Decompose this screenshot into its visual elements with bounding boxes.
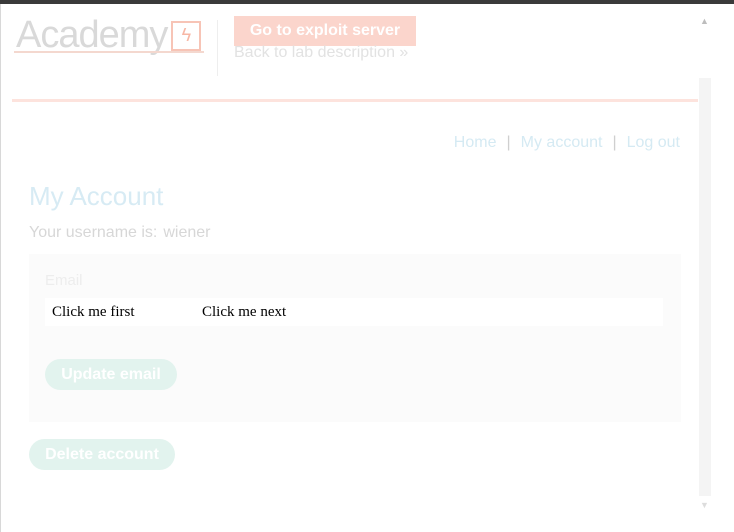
lightning-icon: ϟ [171, 20, 202, 51]
iframe-scrollbar[interactable]: ▲ ▼ [698, 14, 712, 510]
nav-log-out-link[interactable]: Log out [627, 134, 680, 151]
page-title: My Account [29, 181, 164, 211]
header-divider [217, 20, 218, 76]
back-to-lab-description-link[interactable]: Back to lab description » [234, 44, 408, 62]
email-label: Email [45, 272, 83, 289]
update-email-button[interactable]: Update email [45, 359, 177, 390]
nav-separator: | [612, 134, 617, 151]
go-to-exploit-server-button[interactable]: Go to exploit server [234, 16, 416, 46]
nav-home-link[interactable]: Home [454, 134, 497, 151]
framed-page: Academy ϟ Go to exploit server Back to l… [12, 14, 698, 498]
top-nav: Home | My account | Log out [454, 134, 680, 152]
iframe-viewport: Academy ϟ Go to exploit server Back to l… [0, 4, 734, 532]
nav-my-account-link[interactable]: My account [521, 134, 603, 151]
decoy-click-me-first[interactable]: Click me first [52, 304, 135, 321]
decoy-click-me-next[interactable]: Click me next [202, 304, 286, 321]
username-line: Your username is: wiener [29, 224, 211, 242]
scroll-down-arrow-icon[interactable]: ▼ [700, 500, 709, 510]
username-label: Your username is: [29, 224, 158, 241]
email-input[interactable] [45, 298, 663, 326]
lab-header: Academy ϟ Go to exploit server Back to l… [12, 14, 698, 102]
logo-underline [14, 51, 204, 53]
username-value: wiener [163, 224, 211, 241]
change-email-form: Email Update email [29, 254, 681, 422]
nav-separator: | [506, 134, 511, 151]
delete-account-button[interactable]: Delete account [29, 439, 175, 470]
scroll-up-arrow-icon[interactable]: ▲ [700, 16, 709, 26]
scrollbar-thumb[interactable] [699, 78, 711, 496]
